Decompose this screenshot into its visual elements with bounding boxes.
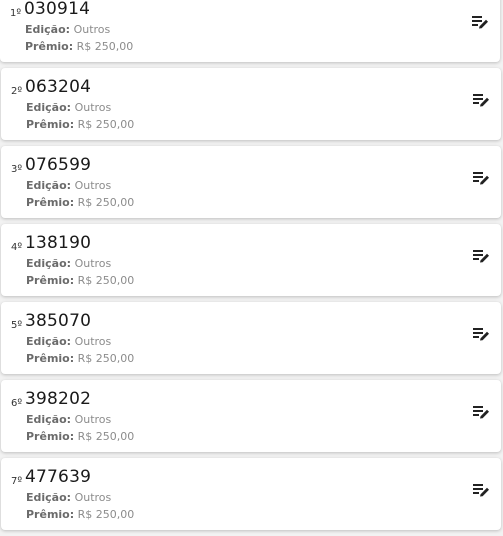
edition-line: Edição: Outros xyxy=(26,179,111,192)
result-card: 3º 076599 Edição: Outros Prêmio: R$ 250,… xyxy=(1,146,501,218)
edition-value: Outros xyxy=(74,413,112,426)
edition-label: Edição: xyxy=(26,335,72,348)
prize-label: Prêmio: xyxy=(26,508,75,521)
edition-line: Edição: Outros xyxy=(26,257,111,270)
edit-note-icon[interactable] xyxy=(472,15,489,30)
edition-line: Edição: Outros xyxy=(25,23,110,36)
prize-label: Prêmio: xyxy=(26,118,75,131)
prize-label: Prêmio: xyxy=(26,430,75,443)
prize-line: Prêmio: R$ 250,00 xyxy=(26,430,134,443)
prize-value: R$ 250,00 xyxy=(77,430,135,443)
result-position: 1º xyxy=(10,8,22,19)
result-position: 7º xyxy=(11,476,23,487)
prize-line: Prêmio: R$ 250,00 xyxy=(26,196,134,209)
edition-label: Edição: xyxy=(26,413,72,426)
edit-note-icon[interactable] xyxy=(473,171,490,186)
result-card: 7º 477639 Edição: Outros Prêmio: R$ 250,… xyxy=(1,458,501,530)
result-number: 076599 xyxy=(25,155,92,175)
prize-value: R$ 250,00 xyxy=(76,40,134,53)
prize-line: Prêmio: R$ 250,00 xyxy=(26,274,134,287)
result-number: 398202 xyxy=(25,389,92,409)
edition-value: Outros xyxy=(73,23,111,36)
edition-line: Edição: Outros xyxy=(26,101,111,114)
edition-value: Outros xyxy=(74,257,112,270)
result-number: 030914 xyxy=(24,0,91,19)
edit-note-icon[interactable] xyxy=(473,93,490,108)
edition-label: Edição: xyxy=(26,257,72,270)
prize-line: Prêmio: R$ 250,00 xyxy=(25,40,133,53)
edit-note-icon[interactable] xyxy=(473,405,490,420)
prize-value: R$ 250,00 xyxy=(77,352,135,365)
prize-label: Prêmio: xyxy=(26,352,75,365)
result-position: 2º xyxy=(11,86,23,97)
edition-line: Edição: Outros xyxy=(26,413,111,426)
edition-value: Outros xyxy=(74,491,112,504)
edition-value: Outros xyxy=(74,101,112,114)
result-number: 138190 xyxy=(25,233,92,253)
prize-label: Prêmio: xyxy=(26,274,75,287)
result-number: 477639 xyxy=(25,467,92,487)
edition-line: Edição: Outros xyxy=(26,491,111,504)
prize-value: R$ 250,00 xyxy=(77,508,135,521)
edition-value: Outros xyxy=(74,335,112,348)
result-position: 5º xyxy=(11,320,23,331)
result-card: 5º 385070 Edição: Outros Prêmio: R$ 250,… xyxy=(1,302,501,374)
result-card: 6º 398202 Edição: Outros Prêmio: R$ 250,… xyxy=(1,380,501,452)
result-card: 2º 063204 Edição: Outros Prêmio: R$ 250,… xyxy=(1,68,501,140)
edition-line: Edição: Outros xyxy=(26,335,111,348)
edition-label: Edição: xyxy=(26,101,72,114)
result-position: 3º xyxy=(11,164,23,175)
result-card: 4º 138190 Edição: Outros Prêmio: R$ 250,… xyxy=(1,224,501,296)
prize-value: R$ 250,00 xyxy=(77,118,135,131)
prize-label: Prêmio: xyxy=(25,40,74,53)
edit-note-icon[interactable] xyxy=(473,483,490,498)
prize-value: R$ 250,00 xyxy=(77,196,135,209)
edit-note-icon[interactable] xyxy=(473,249,490,264)
result-number: 385070 xyxy=(25,311,92,331)
result-position: 4º xyxy=(11,242,23,253)
result-position: 6º xyxy=(11,398,23,409)
edition-label: Edição: xyxy=(26,179,72,192)
prize-value: R$ 250,00 xyxy=(77,274,135,287)
edition-label: Edição: xyxy=(25,23,71,36)
prize-line: Prêmio: R$ 250,00 xyxy=(26,508,134,521)
result-number: 063204 xyxy=(25,77,92,97)
edition-label: Edição: xyxy=(26,491,72,504)
prize-line: Prêmio: R$ 250,00 xyxy=(26,118,134,131)
result-list: 1º 030914 Edição: Outros Prêmio: R$ 250,… xyxy=(0,0,503,536)
edition-value: Outros xyxy=(74,179,112,192)
result-card: 1º 030914 Edição: Outros Prêmio: R$ 250,… xyxy=(0,0,500,62)
edit-note-icon[interactable] xyxy=(473,327,490,342)
prize-label: Prêmio: xyxy=(26,196,75,209)
prize-line: Prêmio: R$ 250,00 xyxy=(26,352,134,365)
